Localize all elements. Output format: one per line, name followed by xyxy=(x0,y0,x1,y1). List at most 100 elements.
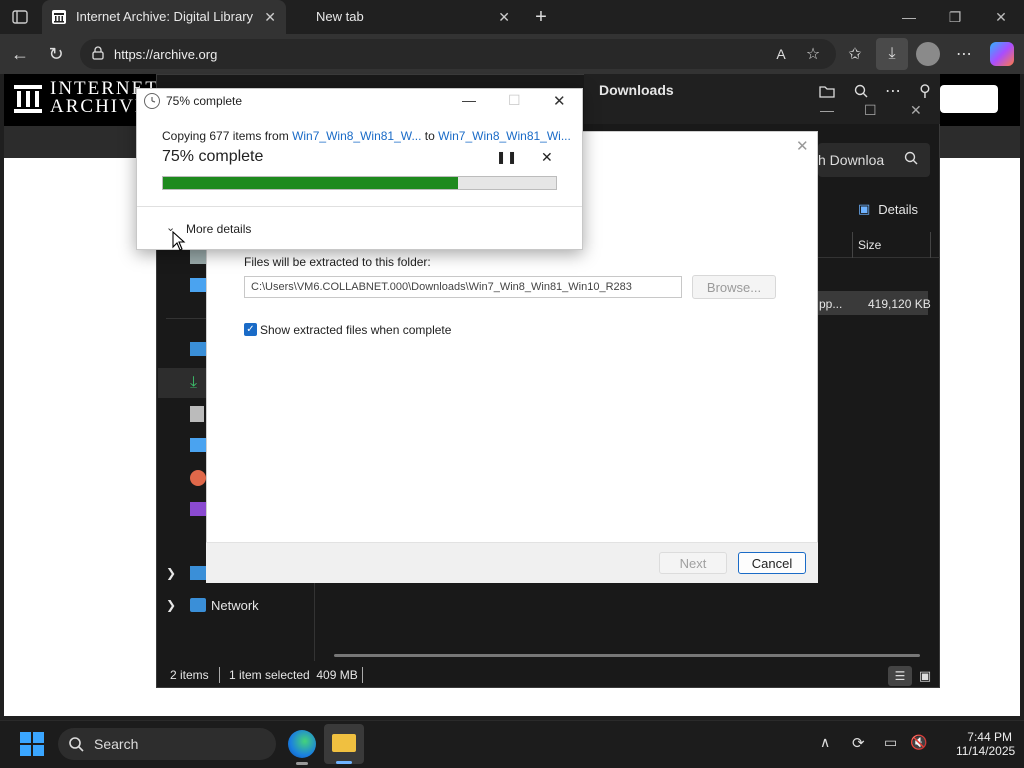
archive-logo-icon[interactable] xyxy=(14,82,42,114)
pictures-icon[interactable] xyxy=(190,438,206,452)
status-item-count: 2 items xyxy=(170,668,209,682)
pin-icon[interactable]: ⚲ xyxy=(914,81,936,101)
copy-summary: Copying 677 items from Win7_Win8_Win81_W… xyxy=(162,129,571,143)
search-icon xyxy=(68,736,84,755)
favorite-star-icon[interactable]: ☆ xyxy=(800,43,826,65)
progress-bar xyxy=(162,176,557,190)
status-selection: 1 item selected 409 MB xyxy=(229,668,358,682)
tab-new-tab[interactable]: New tab ✕ xyxy=(288,0,520,34)
file-size: 419,120 KB xyxy=(868,297,931,311)
more-options-icon[interactable]: ⋯ xyxy=(952,43,976,65)
tab-actions-icon[interactable] xyxy=(8,6,32,28)
tab-internet-archive[interactable]: Internet Archive: Digital Library of ✕ xyxy=(42,0,286,34)
explorer-close-icon[interactable]: ✕ xyxy=(910,102,922,119)
details-pane-button[interactable]: ▣ Details xyxy=(858,201,918,217)
back-icon[interactable]: ← xyxy=(8,42,32,66)
progress-dialog-title: 75% complete xyxy=(166,94,243,108)
next-button[interactable]: Next xyxy=(659,552,727,574)
file-name-fragment: pp... xyxy=(819,297,843,311)
progress-clock-icon xyxy=(144,93,160,109)
progress-maximize-icon: ☐ xyxy=(508,92,521,108)
details-icon: ▣ xyxy=(858,201,871,216)
search-icon[interactable] xyxy=(850,81,872,101)
pause-icon[interactable]: ❚❚ xyxy=(496,150,518,164)
music-icon[interactable] xyxy=(190,470,206,486)
mouse-cursor-icon xyxy=(172,230,186,254)
display-icon[interactable]: ▭ xyxy=(884,734,897,751)
home-icon[interactable] xyxy=(190,250,206,264)
progress-close-icon[interactable]: ✕ xyxy=(553,92,566,110)
network-icon[interactable] xyxy=(190,598,206,612)
explorer-maximize-icon[interactable]: ☐ xyxy=(864,102,877,119)
downloads-icon[interactable]: ⤓ xyxy=(876,38,908,70)
desktop-icon[interactable] xyxy=(190,342,206,356)
explorer-search-text: h Downloa xyxy=(818,152,885,168)
cancel-copy-icon[interactable]: ✕ xyxy=(541,149,553,166)
explorer-search-box[interactable]: h Downloa xyxy=(818,143,930,177)
copy-source-link[interactable]: Win7_Win8_Win81_W... xyxy=(292,129,421,143)
extract-path-field[interactable]: C:\Users\VM6.COLLABNET.000\Downloads\Win… xyxy=(244,276,682,298)
sync-icon[interactable]: ⟳ xyxy=(852,734,865,752)
archive-favicon-icon xyxy=(52,10,66,24)
close-window-icon[interactable]: ✕ xyxy=(978,0,1024,34)
documents-icon[interactable] xyxy=(190,406,204,422)
browse-button[interactable]: Browse... xyxy=(692,275,776,299)
cancel-button[interactable]: Cancel xyxy=(738,552,806,574)
favorites-icon[interactable]: ✩ xyxy=(842,43,868,65)
close-tab-icon[interactable]: ✕ xyxy=(498,9,510,26)
more-details-toggle[interactable]: More details xyxy=(186,222,251,236)
horizontal-scrollbar[interactable] xyxy=(334,654,920,657)
nav-divider xyxy=(166,318,206,319)
expand-chevron-icon[interactable]: ❯ xyxy=(166,598,176,612)
explorer-window-controls: — ☐ ✕ xyxy=(814,100,940,124)
refresh-icon[interactable]: ↻ xyxy=(44,42,68,66)
explorer-title: Downloads xyxy=(599,82,674,98)
site-search-box[interactable] xyxy=(940,85,998,113)
taskbar-search-box[interactable]: Search xyxy=(58,728,276,760)
start-windows-icon[interactable] xyxy=(20,732,44,756)
restore-icon[interactable]: ❐ xyxy=(932,0,978,34)
this-pc-icon[interactable] xyxy=(190,566,206,580)
gallery-icon[interactable] xyxy=(190,278,206,292)
nav-item-downloads[interactable] xyxy=(158,368,206,398)
progress-bar-fill xyxy=(163,177,458,189)
close-tab-icon[interactable]: ✕ xyxy=(264,9,276,26)
speaker-muted-icon[interactable]: 🔇 xyxy=(910,734,927,751)
show-files-checkbox[interactable]: ✓ xyxy=(244,323,257,336)
extract-close-icon[interactable]: ✕ xyxy=(796,137,809,155)
profile-avatar[interactable] xyxy=(916,42,940,66)
tab-title: Internet Archive: Digital Library of xyxy=(76,9,256,24)
details-view-icon[interactable]: ☰ xyxy=(888,666,912,686)
chevron-up-icon[interactable]: ∧ xyxy=(820,734,830,751)
more-icon[interactable]: ⋯ xyxy=(882,81,904,101)
progress-minimize-icon[interactable]: — xyxy=(462,92,476,108)
file-explorer-taskbar-button[interactable] xyxy=(324,724,364,764)
folder-icon xyxy=(332,734,356,752)
column-size[interactable]: Size xyxy=(858,238,881,252)
details-label: Details xyxy=(878,201,919,217)
column-divider xyxy=(852,232,853,258)
clock-date: 11/14/2025 xyxy=(956,744,1016,758)
videos-icon[interactable] xyxy=(190,502,206,516)
expand-chevron-icon[interactable]: ❯ xyxy=(166,566,176,580)
nav-item-network[interactable]: Network xyxy=(211,598,259,613)
copy-destination-link[interactable]: Win7_Win8_Win81_Wi... xyxy=(438,129,571,143)
copy-prefix: Copying 677 items from xyxy=(162,129,293,143)
progress-status: 75% complete xyxy=(162,148,264,165)
new-tab-plus-icon[interactable]: + xyxy=(528,4,554,30)
taskbar-search-placeholder: Search xyxy=(94,736,139,752)
edge-browser-icon[interactable] xyxy=(288,730,316,758)
progress-divider xyxy=(137,206,582,207)
address-bar[interactable]: https://archive.org xyxy=(80,39,836,69)
status-divider xyxy=(219,667,220,683)
active-indicator xyxy=(336,761,352,764)
show-files-label: Show extracted files when complete xyxy=(260,323,452,337)
new-folder-icon[interactable] xyxy=(816,81,838,101)
read-aloud-icon[interactable]: A xyxy=(768,43,794,65)
extract-folder-label: Files will be extracted to this folder: xyxy=(244,255,431,269)
minimize-icon[interactable]: — xyxy=(886,0,932,34)
taskbar-clock[interactable]: 7:44 PM 11/14/2025 xyxy=(956,730,1016,758)
explorer-minimize-icon[interactable]: — xyxy=(820,102,834,118)
tiles-view-icon[interactable]: ▣ xyxy=(914,666,936,686)
copilot-icon[interactable] xyxy=(990,42,1014,66)
